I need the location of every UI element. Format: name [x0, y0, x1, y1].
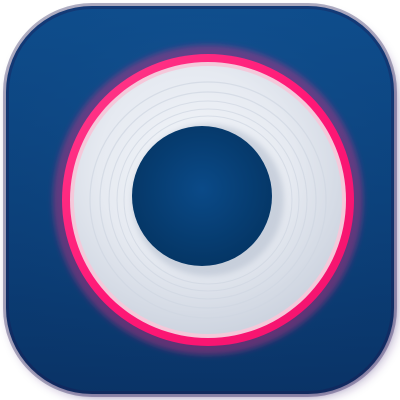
center-hole	[132, 126, 272, 266]
app-icon-container	[0, 0, 400, 400]
ring-app-icon	[3, 3, 397, 397]
